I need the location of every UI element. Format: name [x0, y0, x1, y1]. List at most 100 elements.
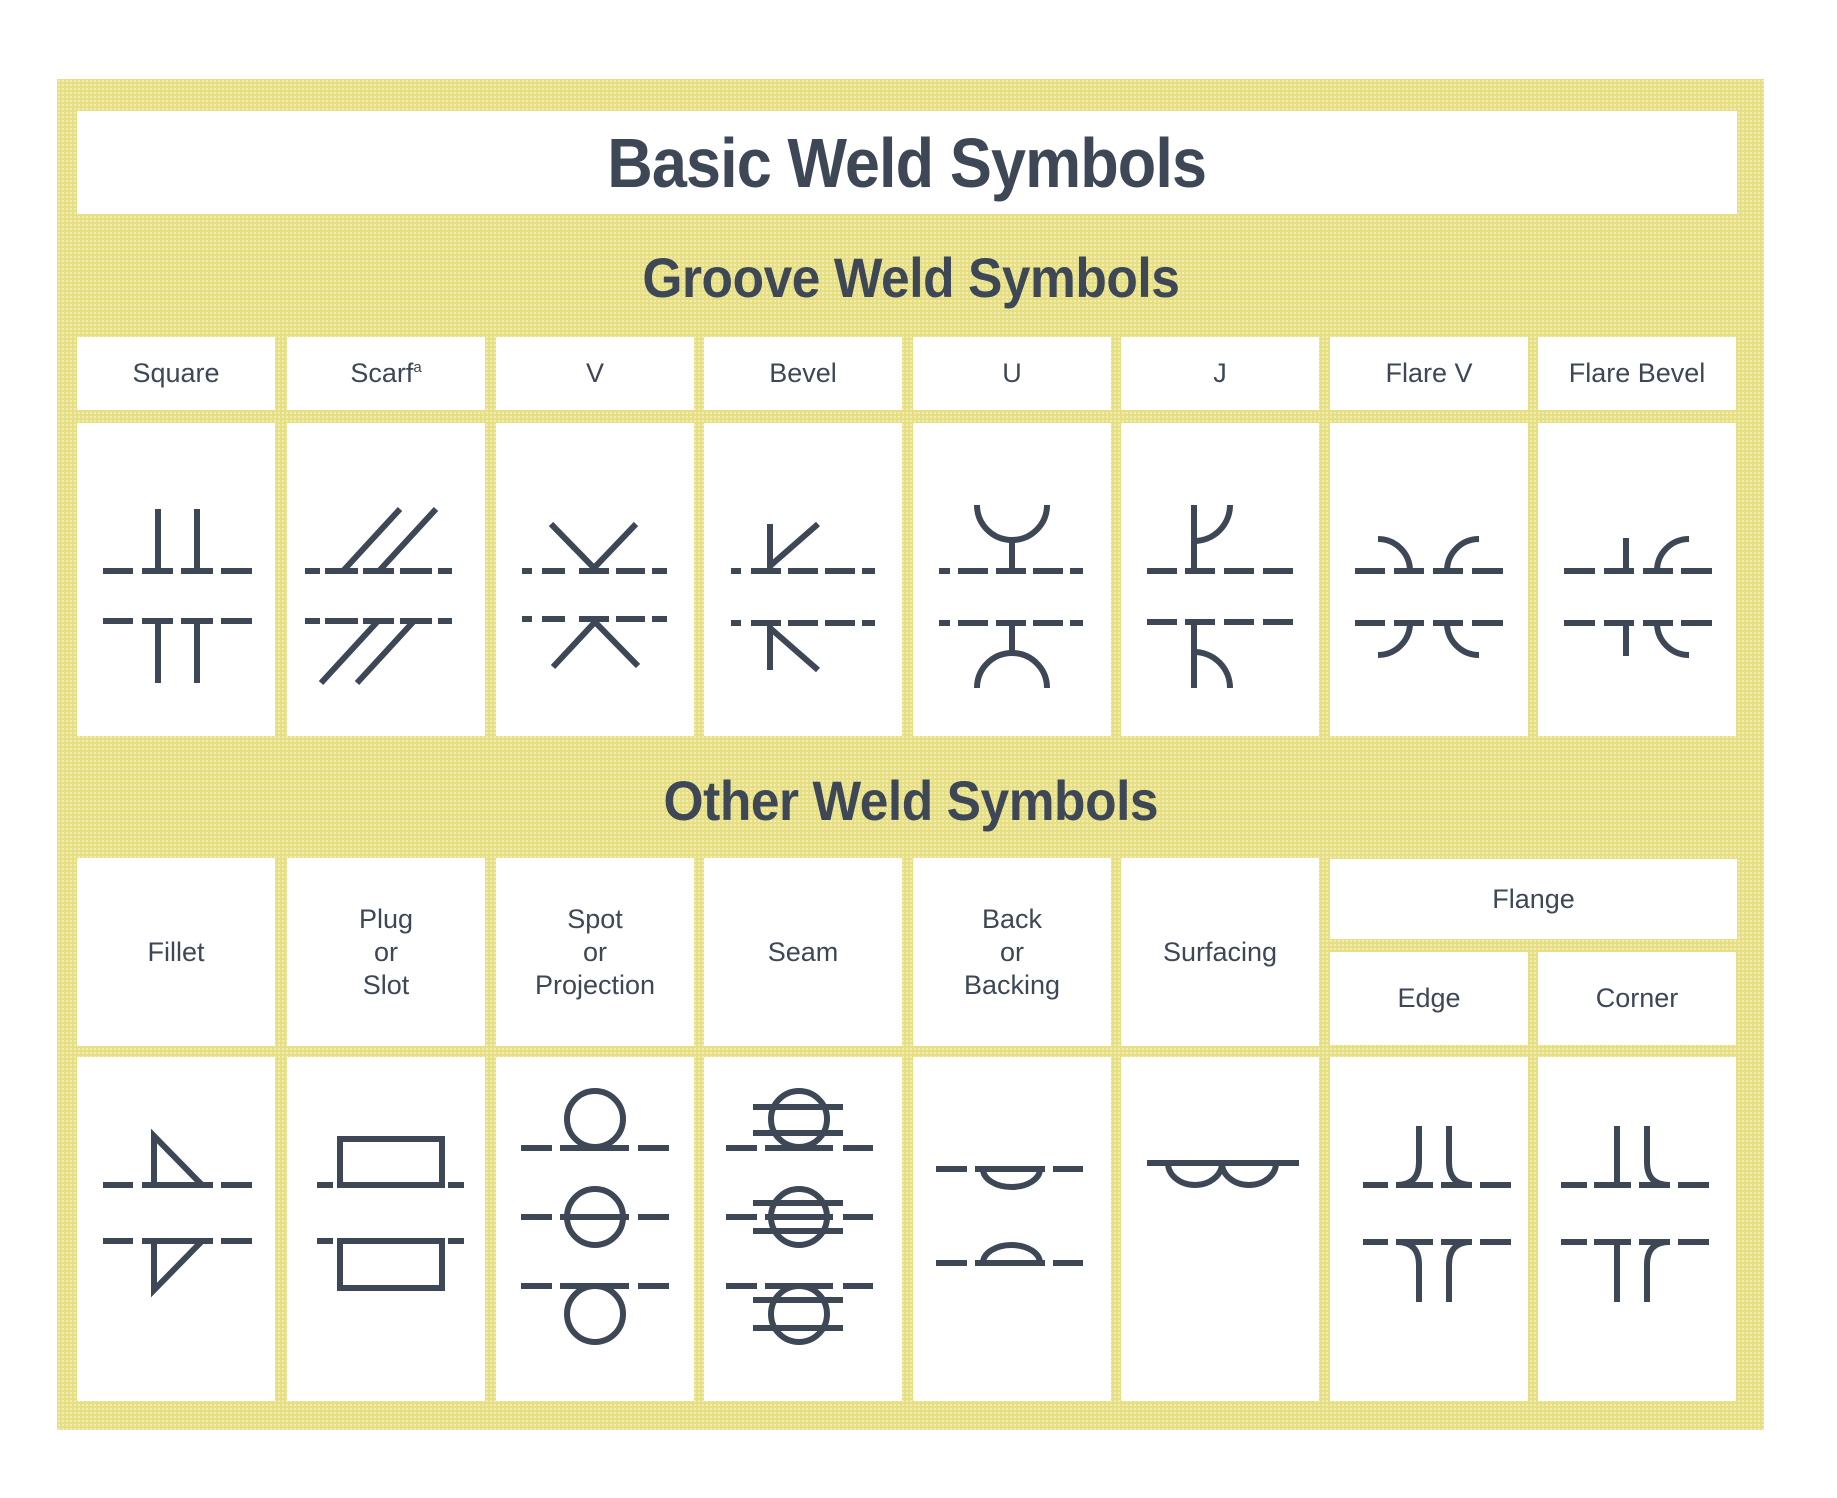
symbol-stroke — [1444, 536, 1480, 572]
column-label-line: or — [999, 936, 1024, 967]
seam-circle — [768, 1088, 830, 1150]
column-label-line: Surfacing — [1162, 936, 1278, 967]
symbol-cell-j — [1121, 423, 1319, 736]
plug-rectangle — [337, 1136, 445, 1188]
groove-header-scarf: Scarfa — [287, 337, 485, 410]
flange-header-flange-edge: Edge — [1330, 952, 1528, 1045]
symbol-stroke — [1165, 1162, 1279, 1188]
symbol-cell-flange-corner — [1538, 1057, 1736, 1401]
surfacing-weld-symbol — [1147, 1160, 1299, 1188]
flange-edge-weld-symbol — [1363, 1126, 1511, 1302]
symbol-cell-fillet — [77, 1057, 275, 1401]
seam-circle — [768, 1283, 830, 1345]
other-heading-text: Other Weld Symbols — [663, 769, 1158, 832]
symbol-stroke — [768, 521, 820, 569]
column-label: U — [1002, 357, 1022, 390]
groove-header-flare-bevel: Flare Bevel — [1538, 337, 1736, 410]
symbol-stroke — [1446, 1126, 1472, 1188]
symbol-stroke — [1444, 622, 1480, 658]
flange-corner-weld-symbol — [1561, 1126, 1709, 1302]
v-weld-symbol — [522, 521, 667, 670]
column-label-text: Edge — [1397, 983, 1461, 1013]
groove-heading-text: Groove Weld Symbols — [641, 246, 1180, 309]
plug-rectangle — [337, 1238, 445, 1291]
column-label: Plug or Slot — [359, 903, 413, 1002]
symbol-cell-spot — [496, 1057, 694, 1401]
groove-header-flare-v: Flare V — [1330, 337, 1528, 410]
symbol-stroke — [1654, 536, 1690, 572]
column-label-line: Backing — [963, 969, 1061, 1000]
plug-weld-symbol — [317, 1136, 464, 1291]
column-label-line: Back — [981, 903, 1043, 934]
symbol-stroke — [550, 617, 641, 670]
flange-label: Flange — [1492, 883, 1575, 914]
symbol-stroke — [1446, 1239, 1472, 1302]
spot-circle — [564, 1283, 626, 1345]
groove-heading: Groove Weld Symbols — [57, 245, 1764, 310]
groove-header-square: Square — [77, 337, 275, 410]
column-label-text: U — [1002, 358, 1022, 388]
column-label-text: Flare V — [1385, 358, 1473, 388]
fillet-weld-symbol — [103, 1128, 252, 1298]
symbol-stroke — [768, 625, 820, 673]
symbol-stroke — [151, 1238, 205, 1298]
other-header-surfacing: Surfacing — [1121, 858, 1319, 1046]
column-label: Fillet — [147, 936, 204, 969]
weld-symbols-chart: Basic Weld Symbols Groove Weld Symbols S… — [57, 79, 1764, 1430]
column-label-line: or — [582, 936, 607, 967]
column-label-text: Bevel — [769, 358, 837, 388]
symbol-cell-scarf — [287, 423, 485, 736]
symbol-stroke — [1396, 1239, 1422, 1302]
column-label-text: Square — [132, 358, 220, 388]
groove-header-v: V — [496, 337, 694, 410]
flange-header-flange-corner: Corner — [1538, 952, 1736, 1045]
column-label-text: J — [1213, 358, 1227, 388]
column-label: Square — [132, 357, 219, 390]
symbol-stroke — [1377, 622, 1413, 658]
column-label: J — [1213, 357, 1227, 390]
symbol-cell-flare-v — [1330, 423, 1528, 736]
symbol-stroke — [1644, 1126, 1670, 1188]
column-label: V — [586, 357, 604, 390]
column-label-line: Projection — [534, 969, 656, 1000]
column-label-line: Plug — [358, 903, 414, 934]
spot-weld-symbol — [521, 1088, 669, 1345]
flare-v-weld-symbol — [1355, 536, 1503, 658]
column-label-text: V — [585, 358, 604, 388]
column-label: Bevel — [769, 357, 837, 390]
column-label: Surfacing — [1163, 936, 1277, 969]
flange-group-header: Flange — [1330, 859, 1737, 939]
other-header-seam: Seam — [704, 858, 902, 1046]
symbol-cell-surfacing — [1121, 1057, 1319, 1401]
column-label-line: Fillet — [147, 936, 205, 967]
title-box: Basic Weld Symbols — [77, 111, 1737, 214]
bevel-weld-symbol — [731, 521, 875, 673]
scarf-weld-symbol — [305, 506, 452, 686]
symbol-cell-flare-bevel — [1538, 423, 1736, 736]
symbol-stroke — [151, 1128, 205, 1188]
column-label: Flare V — [1385, 357, 1472, 390]
footnote-marker: a — [413, 359, 422, 376]
groove-header-u: U — [913, 337, 1111, 410]
symbol-stroke — [548, 521, 639, 573]
other-heading: Other Weld Symbols — [57, 768, 1764, 833]
symbol-cell-flange-edge — [1330, 1057, 1528, 1401]
flare-bevel-weld-symbol — [1564, 536, 1712, 658]
page-title: Basic Weld Symbols — [607, 123, 1208, 202]
symbol-stroke — [1377, 536, 1413, 572]
column-label-line: or — [373, 936, 398, 967]
j-weld-symbol — [1147, 504, 1293, 689]
symbol-stroke — [1654, 622, 1690, 658]
column-label-line: Seam — [767, 936, 839, 967]
column-label: Scarfa — [350, 357, 421, 390]
symbol-cell-square — [77, 423, 275, 736]
column-label-line: Slot — [362, 969, 410, 1000]
seam-weld-symbol — [726, 1088, 873, 1345]
column-label: Seam — [768, 936, 839, 969]
symbol-stroke — [1396, 1126, 1422, 1188]
column-label-text: Scarf — [350, 358, 414, 388]
symbol-cell-u — [913, 423, 1111, 736]
symbol-cell-bevel — [704, 423, 902, 736]
other-header-spot: Spot or Projection — [496, 858, 694, 1046]
groove-header-j: J — [1121, 337, 1319, 410]
